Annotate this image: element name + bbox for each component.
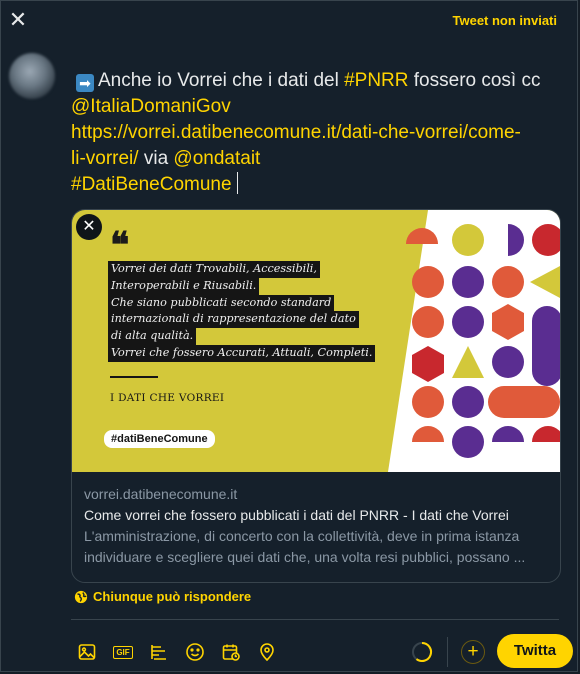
tweet-url: https://vorrei.datibenecomune.it/dati-ch… — [71, 122, 521, 143]
reply-setting-button[interactable]: Chiunque può rispondere — [74, 589, 251, 604]
media-icon — [78, 644, 96, 660]
compose-toolbar: GIF — [69, 639, 285, 665]
media-button[interactable] — [69, 639, 105, 665]
emoji-button[interactable] — [177, 639, 213, 665]
quote-line: Vorrei che fossero Accurati, Attuali, Co… — [108, 344, 376, 362]
geometric-pattern — [388, 210, 560, 472]
link-preview-image: ✕ ❝ Vorrei dei dati Trovabili, Accessibi… — [72, 210, 560, 472]
compose-line-3: https://vorrei.datibenecomune.it/dati-ch… — [71, 119, 571, 145]
compose-line-1: ➡ Anche io Vorrei che i dati del #PNRR fo… — [71, 67, 571, 93]
tweet-url-continued: li-vorrei/ — [71, 148, 139, 169]
emoji-icon — [186, 643, 204, 661]
quote-line: di alta qualità. — [108, 328, 197, 345]
toolbar-divider — [71, 619, 559, 620]
compose-line-2: @ItaliaDomaniGov — [71, 93, 571, 119]
schedule-icon — [222, 644, 240, 661]
quote-line: internazionali di rappresentazione del d… — [108, 311, 359, 329]
compose-dialog: ✕ Tweet non inviati ➡ Anche io Vorrei che… — [0, 0, 578, 672]
divider-rule — [110, 376, 158, 378]
tweet-button[interactable]: Twitta — [497, 634, 573, 668]
gif-icon: GIF — [113, 645, 133, 659]
right-arrow-emoji-icon: ➡ — [76, 74, 94, 92]
unsent-tweets-link[interactable]: Tweet non inviati — [453, 13, 558, 28]
hashtag-datibenecomune: #DatiBeneComune — [71, 174, 232, 195]
toolbar-separator — [447, 637, 448, 667]
compose-line-4: li-vorrei/ via @ondatait — [71, 145, 571, 171]
plus-icon[interactable]: + — [461, 640, 485, 664]
link-description: L'amministrazione, di concerto con la co… — [84, 528, 526, 565]
compose-line-5: #DatiBeneComune — [71, 171, 571, 197]
hashtag-pnrr: #PNRR — [344, 70, 409, 91]
via-text: via — [138, 148, 174, 169]
link-preview-meta: vorrei.datibenecomune.it Come vorrei che… — [72, 472, 560, 582]
reply-setting-label: Chiunque può rispondere — [93, 589, 252, 604]
link-title: Come vorrei che fossero pubblicati i dat… — [84, 507, 509, 523]
link-domain: vorrei.datibenecomune.it — [84, 486, 238, 502]
quote-line: Che siano pubblicati secondo standard — [108, 294, 335, 312]
mention-ondatait: @ondatait — [173, 148, 261, 169]
poll-button[interactable] — [141, 639, 177, 665]
tweet-text-area[interactable]: ➡ Anche io Vorrei che i dati del #PNRR fo… — [71, 67, 571, 197]
tweet-text-continued: fossero così cc — [408, 70, 541, 91]
close-icon[interactable]: ✕ — [7, 9, 29, 31]
location-button[interactable] — [249, 639, 285, 665]
avatar[interactable] — [9, 53, 55, 99]
poll-icon — [151, 645, 166, 660]
quote-mark-icon: ❝ — [110, 224, 130, 266]
schedule-button[interactable] — [213, 639, 249, 665]
remove-card-icon[interactable]: ✕ — [76, 214, 102, 240]
hashtag-pill: #datiBeneComune — [104, 430, 215, 448]
gif-button[interactable]: GIF — [105, 639, 141, 665]
character-progress-ring — [412, 641, 433, 662]
image-heading: I DATI CHE VORREI — [110, 392, 225, 404]
location-icon — [260, 643, 274, 662]
mention-italiadomanigov: @ItaliaDomaniGov — [71, 96, 231, 117]
quote-line: Vorrei dei dati Trovabili, Accessibili, — [108, 261, 320, 278]
quote-text: Vorrei dei dati Trovabili, Accessibili, … — [108, 261, 376, 362]
globe-icon — [74, 590, 88, 603]
text-caret — [236, 172, 238, 194]
link-preview-card[interactable]: ✕ ❝ Vorrei dei dati Trovabili, Accessibi… — [71, 209, 561, 583]
quote-line: Interoperabili e Riusabili. — [108, 277, 260, 295]
tweet-text: Anche io Vorrei che i dati del — [98, 70, 345, 91]
